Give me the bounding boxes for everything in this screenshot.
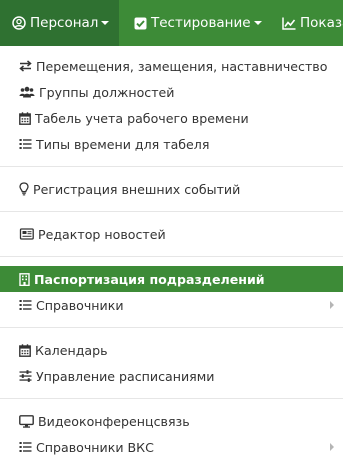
- menu-item-label: Справочники: [36, 297, 124, 313]
- menu-item-label: Группы должностей: [39, 84, 175, 100]
- submenu-arrow-icon: [330, 443, 334, 451]
- menu-item-calendar[interactable]: Календарь: [0, 337, 343, 363]
- line-chart-icon: [282, 17, 296, 30]
- menu-item-label: Типы времени для табеля: [36, 136, 210, 152]
- checkbox-icon: [134, 17, 147, 29]
- desktop-icon: [19, 414, 34, 428]
- menu-item-videoconference[interactable]: Видеоконференцсвязь: [0, 408, 343, 434]
- menu-item-label: Календарь: [35, 342, 108, 358]
- nav-label: Показа: [300, 15, 343, 31]
- menu-divider: [0, 327, 343, 328]
- menu-item-timesheet[interactable]: Табель учета рабочего времени: [0, 105, 343, 131]
- menu-item-label: Табель учета рабочего времени: [35, 110, 249, 126]
- menu-item-label: Видеоконференцсвязь: [38, 413, 190, 429]
- menu-item-label: Перемещения, замещения, наставничество: [36, 58, 328, 74]
- menu-item-vks-references[interactable]: Справочники ВКС: [0, 434, 343, 460]
- menu-item-news-editor[interactable]: Редактор новостей: [0, 221, 343, 247]
- menu-item-references[interactable]: Справочники: [0, 292, 343, 318]
- exchange-icon: [19, 60, 32, 72]
- list-icon: [19, 442, 32, 452]
- nav-menu-personnel[interactable]: Персонал: [0, 0, 119, 46]
- user-circle-icon: [12, 16, 26, 30]
- newspaper-icon: [19, 228, 34, 240]
- list-icon: [19, 300, 32, 310]
- calendar-icon: [19, 111, 31, 125]
- top-navbar: Персонал Тестирование Показа: [0, 0, 343, 46]
- nav-menu-indicators[interactable]: Показа: [282, 0, 343, 46]
- list-icon: [19, 139, 32, 149]
- menu-item-transfers[interactable]: Перемещения, замещения, наставничество: [0, 53, 343, 79]
- menu-item-label: Паспортизация подразделений: [34, 271, 265, 287]
- submenu-arrow-icon: [330, 301, 334, 309]
- lightbulb-icon: [19, 182, 29, 196]
- users-icon: [19, 86, 35, 98]
- menu-divider: [0, 211, 343, 212]
- menu-item-unit-passport[interactable]: Паспортизация подразделений: [0, 266, 343, 292]
- caret-down-icon: [101, 21, 110, 25]
- menu-divider: [0, 166, 343, 167]
- building-icon: [19, 272, 30, 286]
- menu-item-external-events[interactable]: Регистрация внешних событий: [0, 176, 343, 202]
- nav-menu-testing[interactable]: Тестирование: [134, 0, 262, 46]
- sliders-icon: [19, 370, 32, 382]
- menu-item-time-types[interactable]: Типы времени для табеля: [0, 131, 343, 157]
- calendar-icon: [19, 343, 31, 357]
- menu-item-label: Редактор новостей: [38, 226, 166, 242]
- menu-item-schedule-management[interactable]: Управление расписаниями: [0, 363, 343, 389]
- menu-item-label: Справочники ВКС: [36, 439, 154, 455]
- menu-item-label: Регистрация внешних событий: [33, 181, 241, 197]
- nav-label: Тестирование: [151, 15, 251, 31]
- caret-down-icon: [253, 21, 262, 25]
- menu-divider: [0, 256, 343, 257]
- dropdown-menu: Перемещения, замещения, наставничество Г…: [0, 53, 343, 460]
- nav-label: Персонал: [30, 15, 99, 31]
- menu-divider: [0, 398, 343, 399]
- menu-item-label: Управление расписаниями: [36, 368, 215, 384]
- menu-item-position-groups[interactable]: Группы должностей: [0, 79, 343, 105]
